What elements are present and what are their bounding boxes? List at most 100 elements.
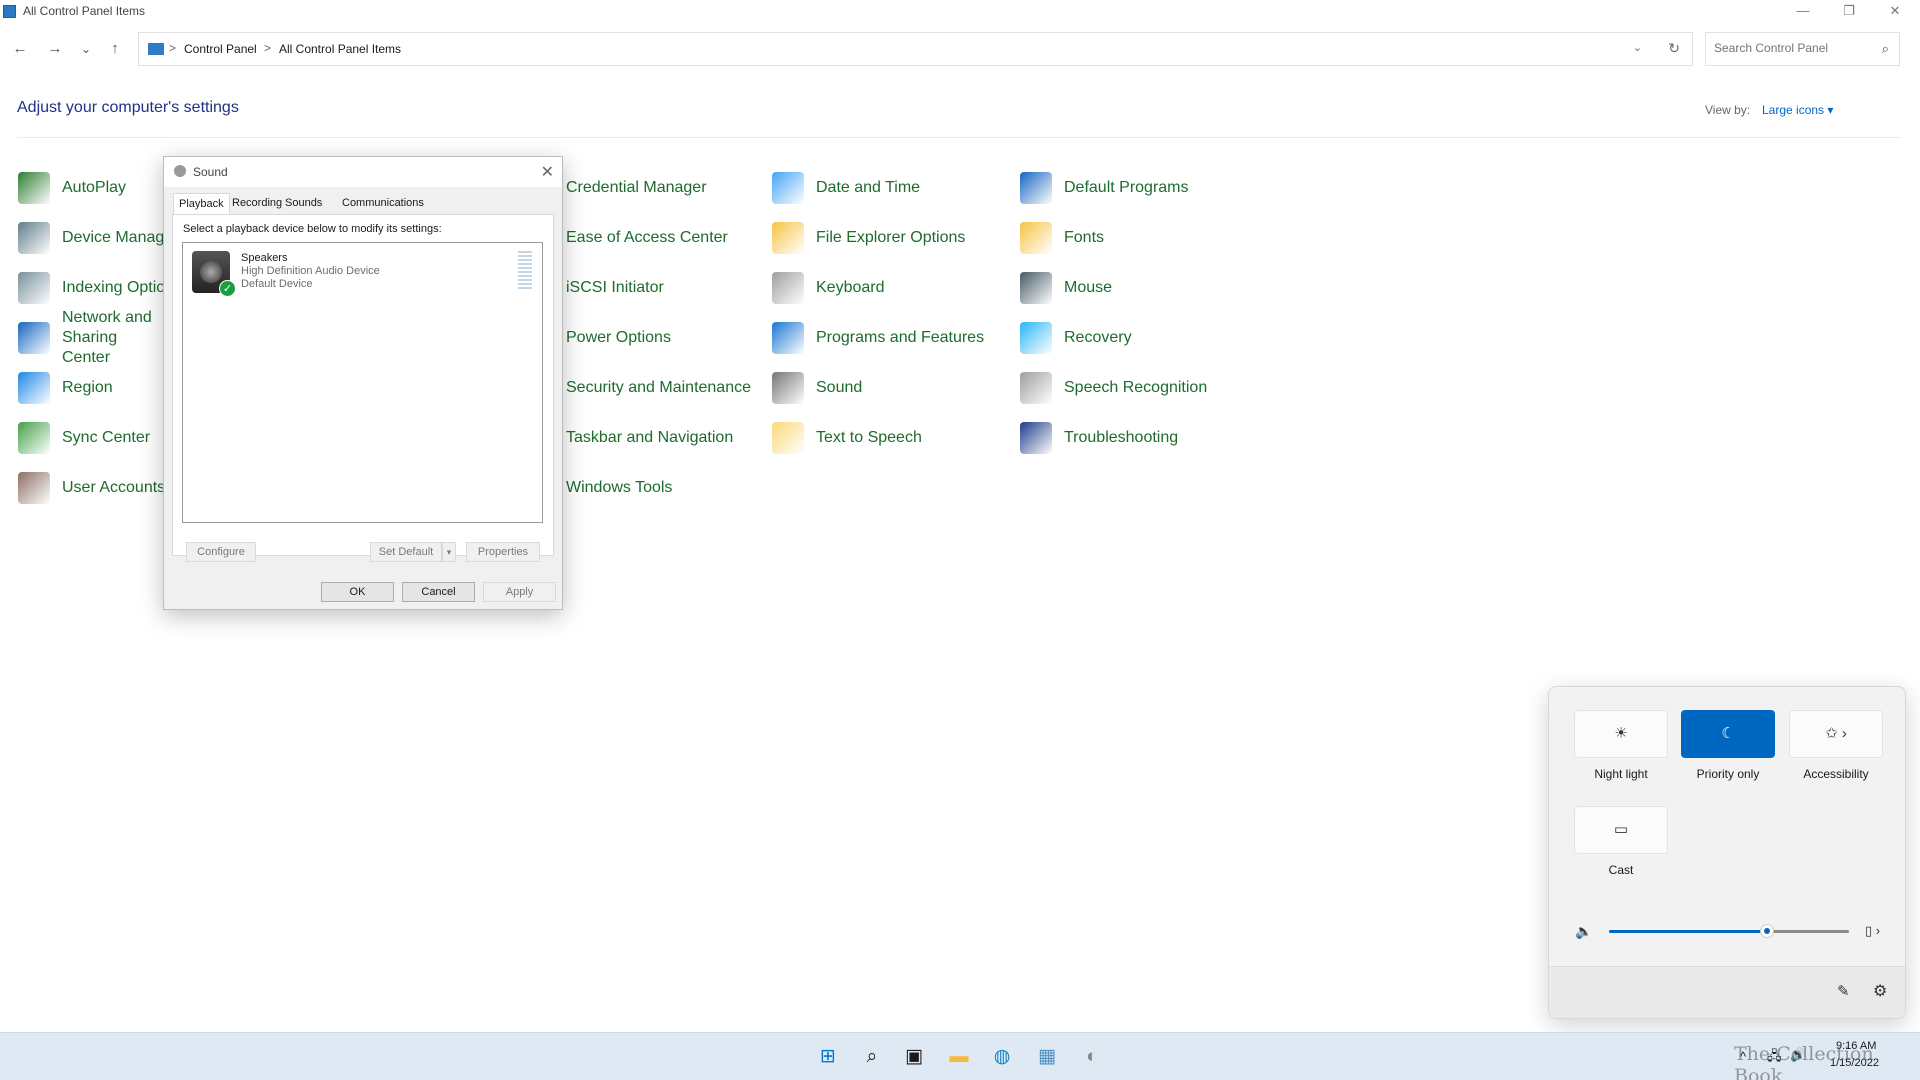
- window-title: All Control Panel Items: [23, 4, 146, 18]
- indexing-options-icon: [18, 272, 50, 304]
- address-dropdown-icon[interactable]: ⌄: [1633, 41, 1642, 54]
- cp-item[interactable]: Text to Speech: [772, 418, 922, 458]
- cp-item[interactable]: Device Manager: [18, 218, 179, 258]
- title-bar: All Control Panel Items — ❐ ✕: [0, 0, 1920, 24]
- view-by-dropdown[interactable]: Large icons ▾: [1762, 103, 1833, 117]
- night-light-toggle[interactable]: ☀: [1574, 710, 1668, 758]
- network-icon: [18, 322, 50, 354]
- page-title: Adjust your computer's settings: [17, 99, 239, 116]
- recent-locations-button[interactable]: ⌄: [76, 40, 96, 60]
- cp-item-label: Troubleshooting: [1064, 429, 1179, 446]
- autoplay-icon: [18, 172, 50, 204]
- settings-icon[interactable]: ⚙: [1873, 981, 1887, 1001]
- cp-item[interactable]: Date and Time: [772, 168, 920, 208]
- search-icon[interactable]: ⌕: [1882, 41, 1889, 57]
- cp-item-label: Windows Tools: [566, 479, 673, 496]
- cancel-button[interactable]: Cancel: [402, 582, 475, 602]
- restore-button[interactable]: ❐: [1826, 0, 1872, 24]
- sound-taskbar-icon[interactable]: ◐: [1078, 1043, 1106, 1071]
- volume-icon[interactable]: 🔈: [1575, 923, 1592, 940]
- quick-settings-panel: ☀ Night light ☾ Priority only ✩ › Access…: [1548, 686, 1906, 1019]
- cp-item[interactable]: Troubleshooting: [1020, 418, 1178, 458]
- refresh-icon[interactable]: ↻: [1668, 40, 1680, 57]
- night-light-label: Night light: [1594, 767, 1648, 781]
- cp-item[interactable]: Network and Sharing Center: [18, 309, 167, 366]
- tab-recording[interactable]: Recording: [227, 193, 287, 215]
- cp-item[interactable]: Programs and Features: [772, 318, 984, 358]
- breadcrumb-all-items[interactable]: All Control Panel Items: [279, 42, 401, 56]
- audio-output-icon[interactable]: ▯ ›: [1865, 923, 1880, 939]
- back-button[interactable]: ←: [10, 40, 30, 60]
- cp-item-label: Power Options: [566, 329, 671, 346]
- cp-item-label: Sync Center: [62, 429, 151, 446]
- edge-taskbar-icon[interactable]: ◍: [988, 1043, 1016, 1071]
- file-explorer-taskbar-icon[interactable]: ▬: [945, 1043, 973, 1071]
- tab-communications[interactable]: Communications: [337, 193, 429, 215]
- keyboard-icon: [772, 272, 804, 304]
- control-panel-app-icon: [3, 5, 16, 18]
- set-default-dropdown-icon[interactable]: ▾: [442, 542, 456, 562]
- device-speakers[interactable]: ✓ Speakers High Definition Audio Device …: [188, 248, 538, 297]
- view-by-label: View by:: [1705, 103, 1751, 117]
- cp-item[interactable]: Recovery: [1020, 318, 1132, 358]
- configure-button[interactable]: Configure: [186, 542, 256, 562]
- volume-slider-thumb[interactable]: [1760, 924, 1775, 938]
- watermark-text: The Collection Book: [1734, 1043, 1874, 1080]
- cp-item[interactable]: Default Programs: [1020, 168, 1189, 208]
- set-default-button[interactable]: Set Default: [370, 542, 442, 562]
- date-time-icon: [772, 172, 804, 204]
- apply-button[interactable]: Apply: [483, 582, 556, 602]
- cp-item[interactable]: User Accounts: [18, 468, 165, 508]
- cp-item[interactable]: Fonts: [1020, 218, 1104, 258]
- cp-item[interactable]: File Explorer Options: [772, 218, 965, 258]
- cp-item-label: File Explorer Options: [816, 229, 966, 246]
- up-button[interactable]: ↑: [105, 40, 125, 60]
- start-taskbar-icon[interactable]: ⊞: [814, 1043, 842, 1071]
- search-box[interactable]: ⌕: [1705, 32, 1900, 66]
- accessibility-label: Accessibility: [1803, 767, 1869, 781]
- dialog-title-bar[interactable]: Sound ✕: [164, 157, 562, 187]
- cp-item-label: Region: [62, 379, 113, 396]
- navigation-bar: ← → ⌄ ↑ > Control Panel > All Control Pa…: [0, 30, 1920, 70]
- task-view-taskbar-icon[interactable]: ▣: [900, 1043, 928, 1071]
- address-bar[interactable]: > Control Panel > All Control Panel Item…: [138, 32, 1693, 66]
- tab-playback[interactable]: Playback: [173, 193, 230, 215]
- close-button[interactable]: ✕: [1872, 0, 1918, 24]
- default-programs-icon: [1020, 172, 1052, 204]
- cp-item[interactable]: Keyboard: [772, 268, 885, 308]
- device-description: High Definition Audio Device: [241, 265, 380, 277]
- search-taskbar-icon[interactable]: ⌕: [858, 1043, 886, 1071]
- quick-settings-footer: ✎ ⚙: [1549, 966, 1905, 1018]
- forward-button[interactable]: →: [45, 40, 65, 60]
- sync-center-icon: [18, 422, 50, 454]
- cp-item[interactable]: Mouse: [1020, 268, 1112, 308]
- default-check-icon: ✓: [219, 280, 236, 297]
- cp-item[interactable]: Indexing Options: [18, 268, 182, 308]
- properties-button[interactable]: Properties: [466, 542, 540, 562]
- tab-sounds[interactable]: Sounds: [280, 193, 327, 215]
- minimize-button[interactable]: —: [1780, 0, 1826, 24]
- dialog-close-icon[interactable]: ✕: [541, 162, 554, 182]
- cp-item[interactable]: Region: [18, 368, 113, 408]
- cp-item[interactable]: AutoPlay: [18, 168, 126, 208]
- ok-button[interactable]: OK: [321, 582, 394, 602]
- priority-only-toggle[interactable]: ☾: [1681, 710, 1775, 758]
- sound-dialog-icon: [174, 165, 186, 177]
- cp-item[interactable]: Speech Recognition: [1020, 368, 1207, 408]
- cp-item-label: Security and Maintenance: [566, 379, 751, 396]
- breadcrumb-separator: >: [169, 41, 177, 55]
- accessibility-toggle[interactable]: ✩ ›: [1789, 710, 1883, 758]
- breadcrumb-control-panel[interactable]: Control Panel: [184, 42, 257, 56]
- sound-icon: [772, 372, 804, 404]
- control-panel-taskbar-icon[interactable]: ▦: [1033, 1043, 1061, 1071]
- control-panel-icon: [148, 43, 164, 55]
- cp-item[interactable]: Sync Center: [18, 418, 150, 458]
- edit-icon[interactable]: ✎: [1837, 982, 1850, 1000]
- volume-slider[interactable]: [1609, 924, 1849, 938]
- speaker-icon: ✓: [192, 251, 236, 297]
- cast-toggle[interactable]: ▭: [1574, 806, 1668, 854]
- search-input[interactable]: [1714, 41, 1874, 55]
- cp-item[interactable]: Sound: [772, 368, 862, 408]
- cp-item-label: Network and Sharing Center: [62, 309, 152, 366]
- cp-item-label: Credential Manager: [566, 179, 707, 196]
